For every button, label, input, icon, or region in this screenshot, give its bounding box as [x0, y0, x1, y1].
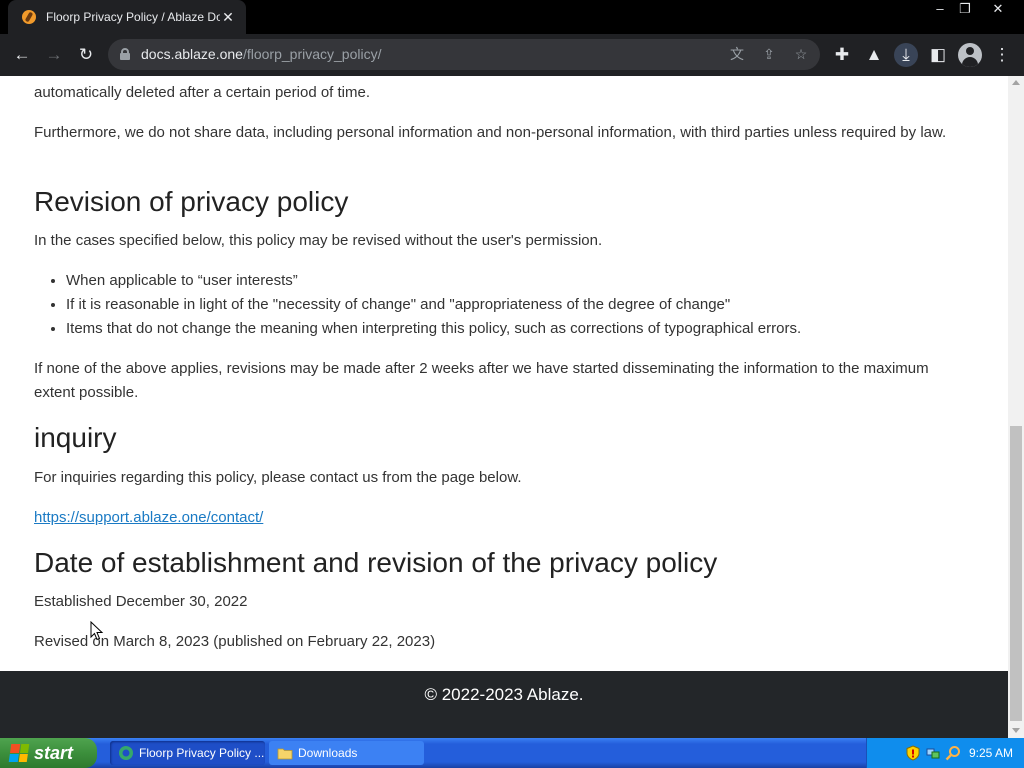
start-button[interactable]: start — [0, 738, 97, 768]
page-scrollbar[interactable] — [1008, 76, 1024, 738]
windows-logo-icon — [8, 744, 30, 762]
url-text[interactable]: docs.ablaze.one/floorp_privacy_policy/ — [141, 46, 381, 62]
address-bar[interactable]: docs.ablaze.one/floorp_privacy_policy/ 文… — [108, 39, 820, 70]
inquiry-text: For inquiries regarding this policy, ple… — [34, 469, 522, 486]
restore-icon[interactable]: ❐ — [952, 0, 978, 18]
tab-strip: Floorp Privacy Policy / Ablaze Docs ✕ – … — [0, 0, 1024, 34]
revision-note: If none of the above applies, revisions … — [34, 360, 929, 401]
menu-kebab-icon[interactable]: ⋮ — [990, 43, 1014, 67]
scroll-up-arrow-icon[interactable] — [1012, 80, 1020, 85]
revision-list: When applicable to “user interests” If i… — [34, 269, 974, 341]
url-host: docs.ablaze.one — [141, 46, 243, 62]
security-shield-icon[interactable] — [905, 745, 921, 761]
revision-intro: In the cases specified below, this polic… — [34, 232, 603, 249]
taskbar-item-label: Floorp Privacy Policy ... — [139, 746, 265, 760]
footer-copyright: © 2022-2023 Ablaze. — [424, 685, 584, 704]
paragraph-partial: automatically deleted after a certain pe… — [34, 84, 371, 101]
browser-toolbar: ← → ↻ docs.ablaze.one/floorp_privacy_pol… — [0, 34, 1024, 76]
extensions-icon[interactable]: ✚ — [830, 43, 854, 67]
back-icon[interactable]: ← — [10, 43, 34, 67]
labs-flask-icon[interactable]: ▲ — [862, 43, 886, 67]
list-item: When applicable to “user interests” — [66, 269, 974, 293]
revision-heading: Revision of privacy policy — [34, 186, 349, 217]
lock-icon[interactable] — [120, 48, 130, 60]
folder-icon — [277, 748, 293, 760]
taskbar-item-downloads[interactable]: Downloads — [269, 741, 424, 765]
active-tab[interactable]: Floorp Privacy Policy / Ablaze Docs ✕ — [8, 0, 246, 34]
dates-heading: Date of establishment and revision of th… — [34, 547, 718, 578]
network-icon[interactable] — [925, 745, 941, 761]
scrollbar-thumb[interactable] — [1010, 426, 1022, 721]
download-icon[interactable]: ⤓ — [894, 43, 918, 67]
page-footer: © 2022-2023 Ablaze. — [0, 671, 1008, 738]
profile-avatar-icon[interactable] — [958, 43, 982, 67]
minimize-icon[interactable]: – — [927, 0, 953, 18]
list-item: Items that do not change the meaning whe… — [66, 317, 974, 341]
support-contact-link[interactable]: https://support.ablaze.one/contact/ — [34, 506, 263, 530]
tab-close-icon[interactable]: ✕ — [220, 9, 236, 26]
browser-globe-icon — [119, 746, 133, 760]
taskbar-clock: 9:25 AM — [969, 746, 1014, 760]
scroll-down-arrow-icon[interactable] — [1012, 728, 1020, 733]
window-close-icon[interactable]: ✕ — [985, 0, 1011, 18]
reload-icon[interactable]: ↻ — [74, 43, 98, 67]
mouse-cursor-icon — [90, 621, 104, 641]
bookmark-star-icon[interactable]: ☆ — [790, 43, 812, 65]
floorp-favicon-icon — [22, 10, 36, 24]
page-viewport: automatically deleted after a certain pe… — [0, 76, 1008, 738]
sharing-paragraph: Furthermore, we do not share data, inclu… — [34, 124, 947, 141]
search-magnifier-icon[interactable] — [945, 745, 961, 761]
share-icon[interactable]: ⇪ — [758, 43, 780, 65]
side-panel-icon[interactable]: ◧ — [926, 43, 950, 67]
start-label: start — [34, 742, 74, 763]
established-date: Established December 30, 2022 — [34, 593, 248, 610]
windows-taskbar: start Floorp Privacy Policy ... Download… — [0, 738, 1024, 768]
taskbar-item-label: Downloads — [298, 746, 358, 760]
forward-icon[interactable]: → — [42, 43, 66, 67]
url-path: /floorp_privacy_policy/ — [242, 46, 382, 62]
system-tray: 9:25 AM — [866, 738, 1024, 768]
tab-title: Floorp Privacy Policy / Ablaze Docs — [46, 10, 220, 24]
inquiry-heading: inquiry — [34, 422, 117, 453]
taskbar-item-floorp[interactable]: Floorp Privacy Policy ... — [110, 741, 265, 765]
translate-icon[interactable]: 文 — [726, 43, 748, 65]
list-item: If it is reasonable in light of the "nec… — [66, 293, 974, 317]
